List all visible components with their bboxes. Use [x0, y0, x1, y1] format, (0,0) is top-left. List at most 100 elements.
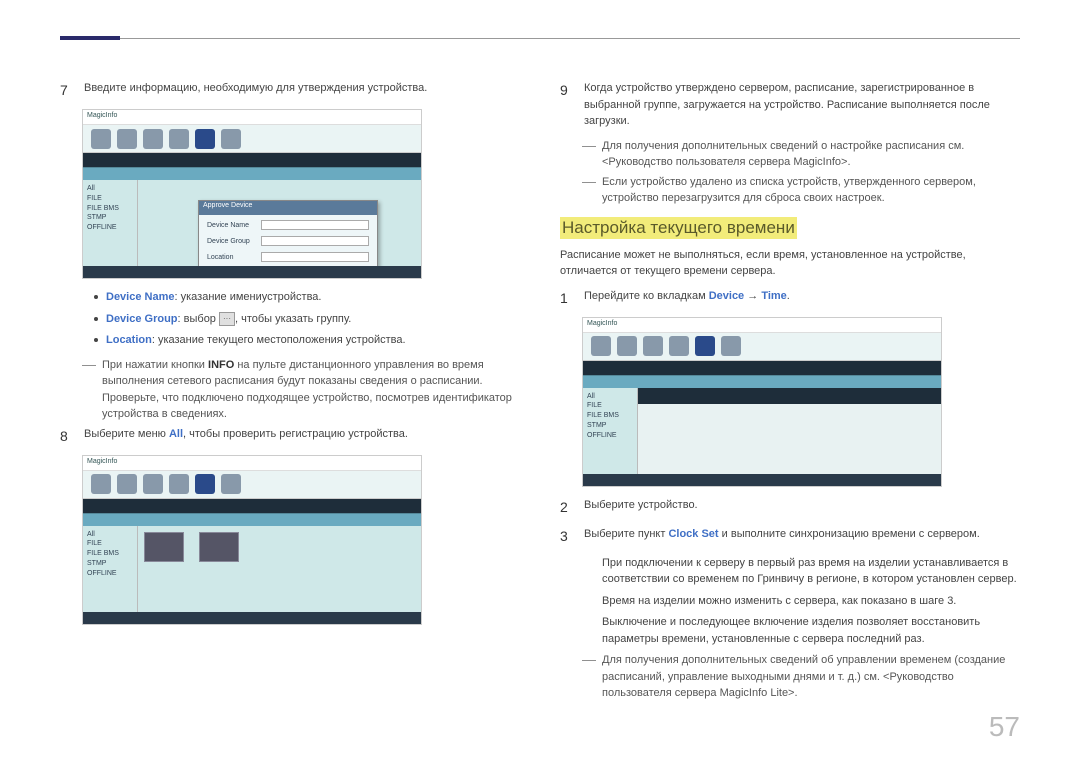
sub-bullet: При подключении к серверу в первый раз в… [594, 555, 1020, 588]
ss-main [638, 388, 941, 474]
toolbar-icon [117, 129, 137, 149]
text: Перейдите ко вкладкам [584, 290, 709, 302]
toolbar-icon [221, 474, 241, 494]
ss-menubar [583, 361, 941, 375]
note-info-button: ― При нажатии кнопки INFO на пульте дист… [82, 357, 520, 423]
dash-icon: ― [582, 174, 596, 207]
dash-icon: ― [582, 138, 596, 171]
note-time-management: ― Для получения дополнительных сведений … [582, 652, 1020, 702]
toolbar-icon [591, 336, 611, 356]
text: , чтобы проверить регистрацию устройства… [183, 428, 408, 440]
text: , чтобы указать группу. [235, 313, 351, 325]
sub-bullet: Время на изделии можно изменить с сервер… [594, 593, 1020, 610]
time-intro: Расписание может не выполняться, если вр… [560, 247, 1020, 280]
device-thumbnail [199, 532, 239, 562]
toolbar-icon [143, 129, 163, 149]
time-sub-bullets: При подключении к серверу в первый раз в… [594, 555, 1020, 648]
screenshot-approve-device: MagicInfo AllFILEFILE BMSSTMPOFFLINE App… [82, 109, 422, 279]
section-heading-time-setup: Настройка текущего времени [560, 217, 1020, 239]
ss-toolbar [583, 333, 941, 361]
text: Выберите меню [84, 428, 169, 440]
bullet-dot [94, 295, 98, 299]
dash-icon: ― [582, 652, 596, 702]
step-number: 9 [560, 80, 574, 130]
ss-body: AllFILEFILE BMSSTMPOFFLINE Approve Devic… [83, 180, 421, 266]
ss-menubar [83, 153, 421, 167]
all-label: All [169, 428, 183, 440]
text: и выполните синхронизацию времени с серв… [719, 528, 980, 540]
text: Время на изделии можно изменить с сервер… [602, 593, 956, 610]
ss-body: AllFILEFILE BMSSTMPOFFLINE [583, 388, 941, 474]
text: → [744, 290, 761, 302]
toolbar-icon [669, 336, 689, 356]
toolbar-icon [91, 129, 111, 149]
toolbar-icon [643, 336, 663, 356]
ss-footer [83, 612, 421, 624]
text: . [787, 290, 790, 302]
step-8: 8 Выберите меню All, чтобы проверить рег… [60, 426, 520, 447]
clock-set-label: Clock Set [668, 528, 718, 540]
text: Для получения дополнительных сведений о … [602, 138, 1020, 171]
step-text: Когда устройство утверждено сервером, ра… [584, 80, 1020, 130]
info-label: INFO [208, 359, 234, 371]
step-7: 7 Введите информацию, необходимую для ут… [60, 80, 520, 101]
ss-body: AllFILEFILE BMSSTMPOFFLINE [83, 526, 421, 612]
two-column-layout: 7 Введите информацию, необходимую для ут… [60, 80, 1020, 705]
ss-footer [583, 474, 941, 486]
step-7-bullets: Device Name: указание имениустройства. D… [94, 289, 520, 349]
toolbar-icon [221, 129, 241, 149]
time-label: Time [761, 290, 786, 302]
ss-main [138, 526, 421, 612]
label: Device Name [106, 291, 175, 303]
ss-toolbar [83, 471, 421, 499]
toolbar-icon [721, 336, 741, 356]
toolbar-icon [91, 474, 111, 494]
text: При нажатии кнопки [102, 359, 208, 371]
bullet-device-group: Device Group: выбор ···, чтобы указать г… [94, 311, 520, 328]
bullet-dot [94, 317, 98, 321]
ss-brand: MagicInfo [83, 110, 421, 125]
dash-icon: ― [82, 357, 96, 423]
dialog-header: Approve Device [199, 201, 377, 215]
toolbar-icon [195, 129, 215, 149]
toolbar-icon [195, 474, 215, 494]
bullet-location: Location: указание текущего местоположен… [94, 332, 520, 349]
page-number: 57 [989, 711, 1020, 743]
header-rule [60, 38, 1020, 39]
text: Если устройство удалено из списка устрой… [602, 174, 1020, 207]
step-number: 8 [60, 426, 74, 447]
ss-brand: MagicInfo [583, 318, 941, 333]
ss-sidebar: AllFILEFILE BMSSTMPOFFLINE [83, 180, 138, 266]
ss-footer [83, 266, 421, 278]
header-accent [60, 36, 120, 40]
time-step-2: 2 Выберите устройство. [560, 497, 1020, 518]
step-number: 7 [60, 80, 74, 101]
ss-sidebar: AllFILEFILE BMSSTMPOFFLINE [83, 526, 138, 612]
step-number: 1 [560, 288, 574, 309]
text: Выберите пункт [584, 528, 668, 540]
toolbar-icon [617, 336, 637, 356]
step-text: Введите информацию, необходимую для утве… [84, 80, 520, 101]
left-column: 7 Введите информацию, необходимую для ут… [60, 80, 520, 705]
device-label: Device [709, 290, 744, 302]
sub-bullet: Выключение и последующее включение издел… [594, 614, 1020, 647]
ss-menubar [83, 499, 421, 513]
bullet-dot [94, 338, 98, 342]
toolbar-icon [143, 474, 163, 494]
time-step-1: 1 Перейдите ко вкладкам Device → Time. [560, 288, 1020, 309]
text: Выключение и последующее включение издел… [602, 614, 1020, 647]
ss-tabbar [83, 167, 421, 181]
ss-brand: MagicInfo [83, 456, 421, 471]
ss-tabbar [583, 375, 941, 389]
label: Device Group [106, 313, 178, 325]
ss-sidebar: AllFILEFILE BMSSTMPOFFLINE [583, 388, 638, 474]
step-number: 3 [560, 526, 574, 547]
text: : указание имениустройства. [175, 291, 322, 303]
screenshot-device-time: MagicInfo AllFILEFILE BMSSTMPOFFLINE [582, 317, 942, 487]
text: При подключении к серверу в первый раз в… [602, 555, 1020, 588]
step-text: Выберите устройство. [584, 497, 1020, 518]
time-step-3: 3 Выберите пункт Clock Set и выполните с… [560, 526, 1020, 547]
ss-toolbar [83, 125, 421, 153]
ss-tabbar [83, 513, 421, 527]
step-number: 2 [560, 497, 574, 518]
